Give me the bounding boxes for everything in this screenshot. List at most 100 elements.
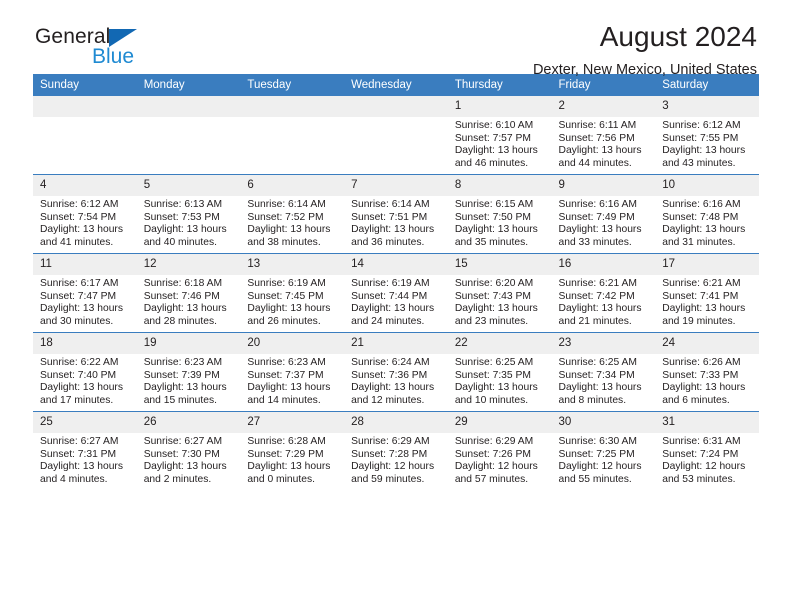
calendar-day-cell[interactable]: 29 Sunrise: 6:29 AM Sunset: 7:26 PM Dayligh… — [447, 411, 552, 490]
calendar-day-cell[interactable]: 16 Sunrise: 6:21 AM Sunset: 7:42 PM Dayligh… — [551, 253, 656, 333]
daylight-text-line2: and 21 minutes. — [558, 315, 632, 327]
calendar-day-cell[interactable]: 13 Sunrise: 6:19 AM Sunset: 7:45 PM Dayligh… — [240, 253, 345, 333]
calendar-day-cell[interactable]: 21 Sunrise: 6:24 AM Sunset: 7:36 PM Dayligh… — [344, 332, 448, 412]
day-number: 7 — [344, 175, 448, 196]
day-number: 3 — [655, 96, 759, 117]
sun-info: Sunrise: 6:12 AM Sunset: 7:55 PM Daylight:… — [655, 117, 759, 170]
daylight-text-line2: and 15 minutes. — [143, 394, 217, 406]
daylight-text-line1: Daylight: 13 hours — [558, 145, 642, 157]
weekday-header-monday: Monday — [136, 74, 241, 96]
calendar-day-cell[interactable]: 22 Sunrise: 6:25 AM Sunset: 7:35 PM Dayligh… — [447, 332, 552, 412]
day-number: 10 — [655, 175, 759, 196]
daylight-text-line1: Daylight: 13 hours — [143, 382, 227, 394]
calendar-day-cell[interactable]: 3 Sunrise: 6:12 AM Sunset: 7:55 PM Daylight… — [655, 96, 759, 175]
sunrise-text: Sunrise: 6:13 AM — [143, 199, 223, 210]
sun-info: Sunrise: 6:12 AM Sunset: 7:54 PM Daylight:… — [33, 196, 137, 249]
calendar-day-cell[interactable]: 15 Sunrise: 6:20 AM Sunset: 7:43 PM Dayligh… — [447, 253, 552, 333]
day-number: 11 — [33, 254, 137, 275]
daylight-text-line2: and 26 minutes. — [247, 315, 321, 327]
sun-info: Sunrise: 6:23 AM Sunset: 7:39 PM Daylight:… — [137, 354, 241, 407]
calendar-cell-empty — [344, 96, 448, 175]
daylight-text-line1: Daylight: 13 hours — [662, 303, 746, 315]
sunset-text: Sunset: 7:50 PM — [454, 211, 531, 223]
daylight-text-line1: Daylight: 13 hours — [143, 461, 227, 473]
calendar-day-cell[interactable]: 6 Sunrise: 6:14 AM Sunset: 7:52 PM Daylight… — [240, 174, 345, 254]
sunset-text: Sunset: 7:51 PM — [351, 211, 428, 223]
daylight-text-line2: and 35 minutes. — [454, 236, 529, 248]
sunset-text: Sunset: 7:33 PM — [662, 369, 739, 381]
calendar-day-cell[interactable]: 28 Sunrise: 6:29 AM Sunset: 7:28 PM Dayligh… — [344, 411, 448, 490]
sunrise-text: Sunrise: 6:23 AM — [247, 357, 326, 368]
sunrise-text: Sunrise: 6:31 AM — [662, 436, 741, 447]
day-number: 12 — [136, 254, 241, 275]
daylight-text-line1: Daylight: 13 hours — [558, 382, 642, 394]
sun-info: Sunrise: 6:22 AM Sunset: 7:40 PM Daylight:… — [33, 354, 137, 407]
day-number: 13 — [240, 254, 345, 275]
day-number: 24 — [655, 333, 759, 354]
calendar-day-cell[interactable]: 7 Sunrise: 6:14 AM Sunset: 7:51 PM Daylight… — [344, 174, 448, 254]
sun-info: Sunrise: 6:19 AM Sunset: 7:44 PM Daylight:… — [344, 275, 448, 328]
daylight-text-line2: and 12 minutes. — [351, 394, 425, 406]
calendar-day-cell[interactable]: 27 Sunrise: 6:28 AM Sunset: 7:29 PM Dayligh… — [240, 411, 345, 490]
sun-info: Sunrise: 6:23 AM Sunset: 7:37 PM Daylight:… — [240, 354, 344, 407]
calendar-day-cell[interactable]: 23 Sunrise: 6:25 AM Sunset: 7:34 PM Dayligh… — [551, 332, 656, 412]
calendar-day-cell[interactable]: 8 Sunrise: 6:15 AM Sunset: 7:50 PM Daylight… — [447, 174, 552, 254]
calendar-day-cell[interactable]: 26 Sunrise: 6:27 AM Sunset: 7:30 PM Dayligh… — [136, 411, 241, 490]
calendar-day-cell[interactable]: 20 Sunrise: 6:23 AM Sunset: 7:37 PM Dayligh… — [240, 332, 345, 412]
calendar-day-cell[interactable]: 19 Sunrise: 6:23 AM Sunset: 7:39 PM Dayligh… — [136, 332, 241, 412]
daylight-text-line1: Daylight: 13 hours — [662, 224, 746, 236]
sunset-text: Sunset: 7:31 PM — [40, 448, 117, 460]
sun-info: Sunrise: 6:28 AM Sunset: 7:29 PM Daylight:… — [240, 433, 344, 486]
calendar-cell-empty — [33, 96, 137, 175]
calendar-day-cell[interactable]: 12 Sunrise: 6:18 AM Sunset: 7:46 PM Dayligh… — [136, 253, 241, 333]
sunrise-text: Sunrise: 6:26 AM — [662, 357, 741, 368]
daylight-text-line1: Daylight: 13 hours — [558, 224, 642, 236]
daylight-text-line1: Daylight: 13 hours — [247, 461, 331, 473]
daylight-text-line1: Daylight: 13 hours — [454, 382, 538, 394]
sunset-text: Sunset: 7:41 PM — [662, 290, 739, 302]
calendar-week-row: 18 Sunrise: 6:22 AM Sunset: 7:40 PM Dayligh… — [33, 332, 759, 412]
calendar-day-cell[interactable]: 24 Sunrise: 6:26 AM Sunset: 7:33 PM Dayligh… — [655, 332, 759, 412]
calendar-day-cell[interactable]: 4 Sunrise: 6:12 AM Sunset: 7:54 PM Daylight… — [33, 174, 137, 254]
sun-info: Sunrise: 6:15 AM Sunset: 7:50 PM Daylight:… — [448, 196, 552, 249]
sun-info: Sunrise: 6:24 AM Sunset: 7:36 PM Daylight:… — [344, 354, 448, 407]
daylight-text-line2: and 41 minutes. — [40, 236, 114, 248]
day-number — [344, 96, 448, 117]
brand-logo[interactable]: General Blue — [35, 26, 215, 76]
daylight-text-line1: Daylight: 13 hours — [351, 303, 435, 315]
calendar-day-cell[interactable]: 11 Sunrise: 6:17 AM Sunset: 7:47 PM Dayligh… — [33, 253, 137, 333]
sunset-text: Sunset: 7:49 PM — [558, 211, 635, 223]
page-title: August 2024 — [599, 21, 757, 52]
page-header: General Blue August 2024 Dexter, New Mex… — [33, 0, 759, 78]
calendar-day-cell[interactable]: 18 Sunrise: 6:22 AM Sunset: 7:40 PM Dayligh… — [33, 332, 137, 412]
sunrise-text: Sunrise: 6:16 AM — [662, 199, 741, 210]
sunset-text: Sunset: 7:26 PM — [454, 448, 531, 460]
calendar-day-cell[interactable]: 25 Sunrise: 6:27 AM Sunset: 7:31 PM Dayligh… — [33, 411, 137, 490]
sunset-text: Sunset: 7:28 PM — [351, 448, 428, 460]
sunrise-text: Sunrise: 6:30 AM — [558, 436, 637, 447]
sun-info: Sunrise: 6:14 AM Sunset: 7:52 PM Daylight:… — [240, 196, 344, 249]
sunset-text: Sunset: 7:36 PM — [351, 369, 428, 381]
calendar-day-cell[interactable]: 17 Sunrise: 6:21 AM Sunset: 7:41 PM Dayligh… — [655, 253, 759, 333]
calendar-day-cell[interactable]: 5 Sunrise: 6:13 AM Sunset: 7:53 PM Daylight… — [136, 174, 241, 254]
calendar-day-cell[interactable]: 14 Sunrise: 6:19 AM Sunset: 7:44 PM Dayligh… — [344, 253, 448, 333]
sun-info: Sunrise: 6:25 AM Sunset: 7:34 PM Daylight:… — [552, 354, 656, 407]
calendar-day-cell[interactable]: 2 Sunrise: 6:11 AM Sunset: 7:56 PM Daylight… — [551, 96, 656, 175]
daylight-text-line2: and 19 minutes. — [662, 315, 736, 327]
daylight-text-line1: Daylight: 13 hours — [40, 461, 123, 473]
sunrise-text: Sunrise: 6:16 AM — [558, 199, 637, 210]
sunrise-text: Sunrise: 6:27 AM — [143, 436, 223, 447]
day-number: 6 — [240, 175, 345, 196]
daylight-text-line2: and 43 minutes. — [662, 157, 736, 169]
daylight-text-line1: Daylight: 13 hours — [351, 382, 435, 394]
daylight-text-line2: and 17 minutes. — [40, 394, 114, 406]
calendar-day-cell[interactable]: 1 Sunrise: 6:10 AM Sunset: 7:57 PM Daylight… — [447, 96, 552, 175]
calendar-day-cell[interactable]: 9 Sunrise: 6:16 AM Sunset: 7:49 PM Daylight… — [551, 174, 656, 254]
day-number: 14 — [344, 254, 448, 275]
daylight-text-line1: Daylight: 13 hours — [247, 303, 331, 315]
calendar-day-cell[interactable]: 10 Sunrise: 6:16 AM Sunset: 7:48 PM Dayligh… — [655, 174, 759, 254]
daylight-text-line2: and 57 minutes. — [454, 473, 529, 485]
calendar-day-cell[interactable]: 30 Sunrise: 6:30 AM Sunset: 7:25 PM Dayligh… — [551, 411, 656, 490]
calendar-day-cell[interactable]: 31 Sunrise: 6:31 AM Sunset: 7:24 PM Dayligh… — [655, 411, 759, 490]
sunset-text: Sunset: 7:48 PM — [662, 211, 739, 223]
